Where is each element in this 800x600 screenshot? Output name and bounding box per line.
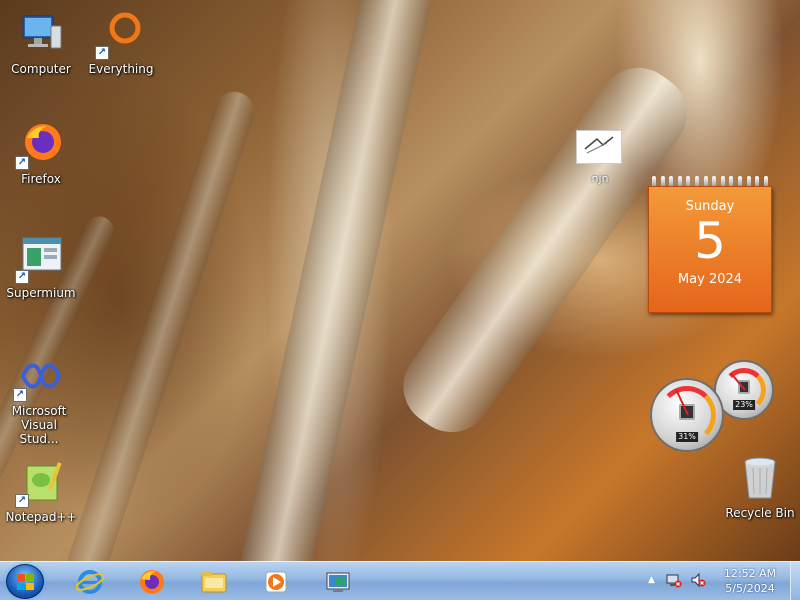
- firefox-icon: ↗: [15, 120, 65, 170]
- desktop-icon-label: Recycle Bin: [725, 506, 795, 520]
- windows-start-orb-icon: [17, 574, 34, 590]
- desktop-icon-label: Supermium: [6, 286, 76, 300]
- desktop-icon-label: Computer: [11, 62, 71, 76]
- start-button[interactable]: [6, 564, 44, 599]
- taskbar: ▲ 12:52 AM 5/5/2024: [0, 561, 800, 600]
- clock-date: 5/5/2024: [725, 582, 775, 595]
- clock-time: 12:52 AM: [723, 567, 777, 580]
- desktop-icon-label: Everything: [88, 62, 154, 76]
- computer-icon: [17, 10, 65, 58]
- desktop-icon-notepad-plus-plus[interactable]: ↗ Notepad++: [2, 458, 80, 524]
- calendar-gadget[interactable]: Sunday 5 May 2024: [648, 176, 772, 313]
- volume-muted-icon[interactable]: [690, 572, 706, 591]
- shortcut-arrow-icon: ↗: [95, 46, 109, 60]
- taskbar-pinned-internet-explorer[interactable]: [62, 564, 116, 600]
- desktop-icon-firefox[interactable]: ↗ Firefox: [2, 120, 80, 186]
- taskbar-pinned-remote-desktop[interactable]: [310, 564, 364, 600]
- everything-search-icon: ↗: [95, 10, 145, 60]
- desktop-icon-recycle-bin[interactable]: Recycle Bin: [721, 454, 799, 520]
- calendar-day-number: 5: [694, 212, 726, 270]
- desktop-icon-label: Firefox: [21, 172, 61, 186]
- desktop-icon-visual-studio[interactable]: ↗ Microsoft Visual Stud...: [0, 352, 78, 446]
- supermium-icon: ↗: [15, 234, 65, 284]
- network-disconnected-icon[interactable]: [666, 572, 682, 591]
- desktop-icon-supermium[interactable]: ↗ Supermium: [2, 234, 80, 300]
- cpu-usage-value: 31%: [676, 432, 698, 442]
- cpu-gauge: 31%: [650, 378, 724, 452]
- visual-studio-icon: ↗: [13, 352, 63, 402]
- shortcut-arrow-icon: ↗: [15, 270, 29, 284]
- taskbar-clock[interactable]: 12:52 AM 5/5/2024: [710, 566, 790, 596]
- show-desktop-button[interactable]: [790, 562, 800, 600]
- shortcut-arrow-icon: ↗: [13, 388, 27, 402]
- remote-desktop-icon: [326, 572, 350, 592]
- desktop-icon-label: Notepad++: [5, 510, 77, 524]
- calendar-month-year: May 2024: [677, 272, 743, 287]
- show-hidden-icons-chevron[interactable]: ▲: [648, 575, 655, 585]
- desktop-file-njn-label[interactable]: njn: [581, 172, 619, 185]
- desktop-icon-computer[interactable]: Computer: [2, 10, 80, 76]
- shortcut-arrow-icon: ↗: [15, 156, 29, 170]
- desktop[interactable]: Computer ↗ Everything ↗ Firefox ↗ Superm…: [0, 0, 800, 561]
- taskbar-pinned-firefox[interactable]: [124, 564, 178, 600]
- notepad-plus-plus-icon: ↗: [15, 458, 65, 508]
- desktop-file-njn-thumbnail[interactable]: [576, 130, 622, 164]
- internet-explorer-icon: [76, 570, 104, 594]
- desktop-icon-label: Microsoft Visual Stud...: [11, 404, 67, 446]
- memory-usage-value: 23%: [733, 400, 755, 410]
- image-file-icon: [584, 136, 614, 154]
- taskbar-pinned-media-player[interactable]: [248, 564, 302, 600]
- recycle-bin-icon: [736, 454, 784, 502]
- desktop-icon-everything[interactable]: ↗ Everything: [82, 10, 160, 76]
- taskbar-pinned-file-explorer[interactable]: [186, 564, 240, 600]
- media-player-icon: [265, 571, 287, 593]
- firefox-icon: [140, 570, 164, 594]
- shortcut-arrow-icon: ↗: [15, 494, 29, 508]
- folder-icon: [201, 572, 227, 593]
- calendar-sheet: Sunday 5 May 2024: [648, 186, 772, 313]
- cpu-meter-gadget[interactable]: 23% 31%: [650, 360, 776, 452]
